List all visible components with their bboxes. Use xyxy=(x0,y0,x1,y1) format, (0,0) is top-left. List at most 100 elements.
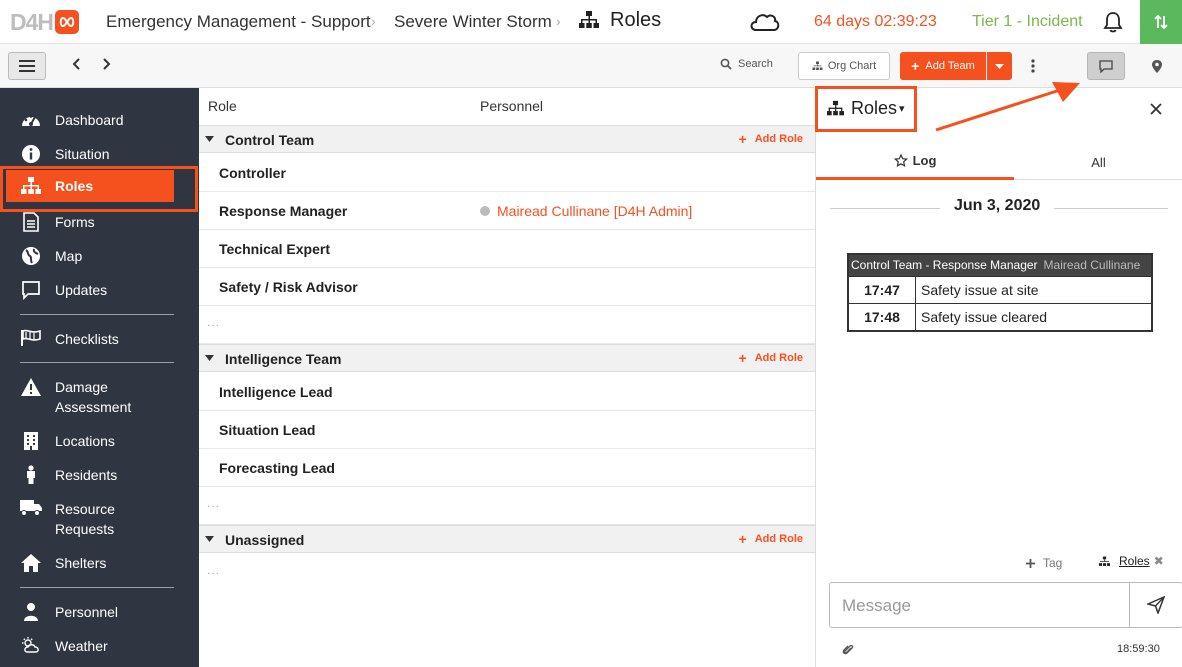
more-roles-row[interactable]: ... xyxy=(199,306,815,344)
paperclip-icon[interactable] xyxy=(842,643,854,657)
role-name: Intelligence Lead xyxy=(219,384,333,400)
team-name: Control Team xyxy=(225,132,315,148)
remove-tag-icon[interactable]: ✖ xyxy=(1154,554,1164,568)
add-role-button[interactable]: + Add Role xyxy=(739,351,803,365)
sidebar-item-resource-requests[interactable]: Resource Requests xyxy=(0,499,199,539)
warning-icon xyxy=(20,378,41,396)
role-row[interactable]: Forecasting Lead xyxy=(199,449,815,487)
page-title: Roles xyxy=(578,8,661,32)
d4h-logo[interactable]: D4H xyxy=(10,9,80,35)
annotation-arrow-icon xyxy=(935,82,1080,132)
sidebar-item-personnel[interactable]: Personnel xyxy=(0,602,199,622)
add-role-button[interactable]: + Add Role xyxy=(739,532,803,546)
chat-icon xyxy=(1099,59,1113,73)
log-entry: 17:48 Safety issue cleared xyxy=(849,303,1151,330)
sidebar-item-updates[interactable]: Updates xyxy=(0,280,199,300)
close-icon[interactable] xyxy=(1149,102,1163,116)
incident-timer: 64 days 02:39:23 xyxy=(814,13,937,30)
role-name: Technical Expert xyxy=(219,241,331,257)
hamburger-icon xyxy=(19,60,35,72)
role-row[interactable]: Technical Expert xyxy=(199,230,815,268)
more-roles-row[interactable]: ... xyxy=(199,554,815,592)
log-card-title: Control Team - Response Manager xyxy=(851,258,1038,272)
cloud-icon[interactable] xyxy=(748,10,780,32)
role-row[interactable]: Safety / Risk Advisor xyxy=(199,268,815,306)
breadcrumb-event[interactable]: Emergency Management - Support xyxy=(106,12,371,32)
log-entry-message: Safety issue cleared xyxy=(921,309,1048,325)
sidebar-item-residents[interactable]: Residents xyxy=(0,465,199,485)
breadcrumb-incident[interactable]: Severe Winter Storm xyxy=(394,12,552,32)
sort-arrows-icon xyxy=(1154,14,1168,30)
switch-button[interactable] xyxy=(1140,0,1182,44)
back-arrow-icon[interactable] xyxy=(72,57,82,71)
roles-tag[interactable]: Roles ✖ xyxy=(1098,554,1164,568)
org-chart-button[interactable]: Org Chart xyxy=(798,52,890,80)
weather-icon xyxy=(21,637,39,653)
logo-text: D4H xyxy=(10,9,54,35)
sidebar-item-damage-assessment[interactable]: Damage Assessment xyxy=(0,377,199,417)
map-pin-icon[interactable] xyxy=(1151,59,1163,74)
add-role-label: Add Role xyxy=(754,133,803,145)
bell-icon[interactable] xyxy=(1103,11,1123,33)
add-tag-label: Tag xyxy=(1043,556,1063,570)
sidebar-item-label: Damage Assessment xyxy=(55,379,132,415)
role-row[interactable]: Response Manager Mairead Cullinane [D4H … xyxy=(199,192,815,230)
sidebar-item-forms[interactable]: Forms xyxy=(0,212,199,232)
add-team-label: Add Team xyxy=(925,60,975,72)
team-row-intelligence[interactable]: Intelligence Team + Add Role xyxy=(199,344,815,372)
team-row-control[interactable]: Control Team + Add Role xyxy=(199,125,815,153)
roles-log-panel: Roles ▾ Log All Jun 3, 2020 Control Team… xyxy=(815,88,1182,667)
sidebar-divider xyxy=(20,362,174,363)
page-title-text: Roles xyxy=(610,9,662,31)
sidebar-item-shelters[interactable]: Shelters xyxy=(0,553,199,573)
log-card-header: Control Team - Response Manager Mairead C… xyxy=(849,255,1151,276)
sidebar-item-locations[interactable]: Locations xyxy=(0,431,199,451)
forward-arrow-icon[interactable] xyxy=(101,57,111,71)
sidebar-item-label: Checklists xyxy=(55,331,119,347)
sidebar-item-weather[interactable]: Weather xyxy=(0,636,199,656)
more-options-icon[interactable] xyxy=(1031,59,1035,73)
log-card[interactable]: Control Team - Response Manager Mairead C… xyxy=(847,253,1153,332)
info-icon xyxy=(21,145,40,163)
person-icon xyxy=(26,465,35,484)
menu-toggle-button[interactable] xyxy=(8,52,46,80)
send-message-button[interactable] xyxy=(1129,582,1182,628)
personnel-link[interactable]: Mairead Cullinane [D4H Admin] xyxy=(480,203,692,219)
collapse-caret-icon[interactable] xyxy=(205,136,214,142)
current-time: 18:59:30 xyxy=(1117,643,1160,655)
team-row-unassigned[interactable]: Unassigned + Add Role xyxy=(199,525,815,553)
role-row[interactable]: Intelligence Lead xyxy=(199,373,815,411)
more-roles-row[interactable]: ... xyxy=(199,487,815,525)
search-button[interactable]: Search xyxy=(720,58,773,70)
caret-down-icon xyxy=(995,63,1004,69)
sidebar-divider xyxy=(20,587,174,588)
log-entry-time: 17:48 xyxy=(849,304,916,330)
message-input[interactable]: Message xyxy=(829,582,1130,628)
infinity-icon xyxy=(55,10,80,34)
role-row[interactable]: Controller xyxy=(199,154,815,192)
role-row[interactable]: Situation Lead xyxy=(199,411,815,449)
tab-all[interactable]: All xyxy=(1014,144,1182,180)
column-header-personnel: Personnel xyxy=(480,98,544,114)
sidebar-item-label: Updates xyxy=(55,282,108,298)
add-tag-button[interactable]: Tag xyxy=(1026,556,1062,570)
sidebar-item-situation[interactable]: Situation xyxy=(0,144,199,164)
log-card-author: Mairead Cullinane xyxy=(1043,258,1141,272)
tab-all-label: All xyxy=(1091,154,1106,170)
sidebar-item-dashboard[interactable]: Dashboard xyxy=(0,110,199,130)
sidebar-divider xyxy=(20,314,174,315)
add-role-button[interactable]: + Add Role xyxy=(738,131,803,147)
plus-icon: + xyxy=(738,131,747,147)
sidebar-item-checklists[interactable]: Checklists xyxy=(0,329,199,349)
sidebar-item-map[interactable]: Map xyxy=(0,246,199,266)
sidebar-item-label: Shelters xyxy=(55,555,107,571)
message-placeholder: Message xyxy=(842,596,911,615)
send-icon xyxy=(1147,596,1165,614)
role-name: Controller xyxy=(219,165,286,181)
tab-log[interactable]: Log xyxy=(816,144,1014,180)
collapse-caret-icon[interactable] xyxy=(205,536,214,542)
star-icon xyxy=(893,154,908,167)
collapse-caret-icon[interactable] xyxy=(205,355,214,361)
org-chart-icon xyxy=(579,11,599,28)
incident-tier[interactable]: Tier 1 - Incident xyxy=(972,13,1083,31)
